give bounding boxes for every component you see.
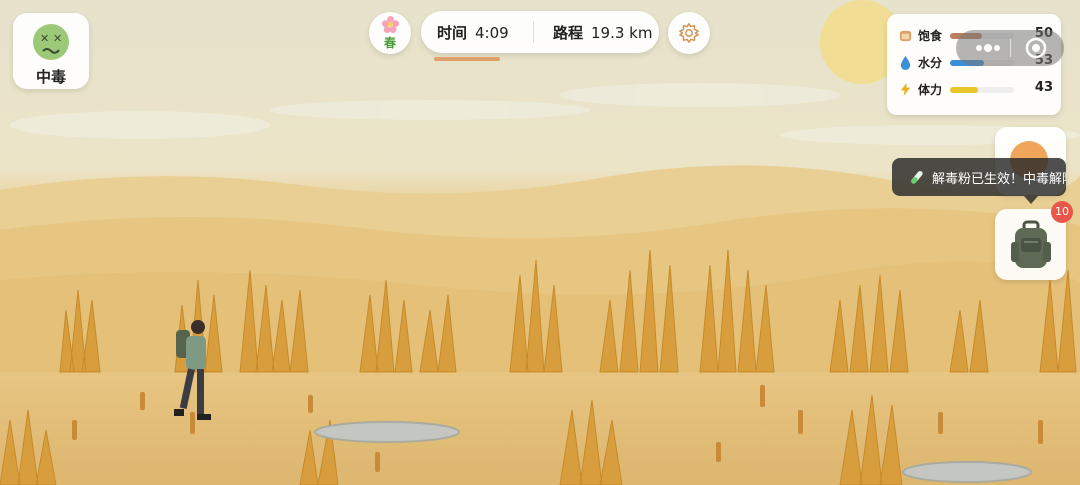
poisoned-face-icon: ✕ ✕	[33, 24, 69, 60]
status-label: 中毒	[35, 68, 66, 86]
distance-value: 19.3 km	[591, 24, 653, 42]
toast-pointer	[1024, 196, 1038, 204]
lightning-icon	[900, 82, 911, 97]
travel-info-panel: 时间 4:09 路程 19.3 km	[421, 11, 659, 53]
season-button[interactable]: 春	[369, 12, 411, 54]
time-display: 时间 4:09	[437, 22, 509, 43]
effect-toast: 解毒粉已生效！中毒解除	[892, 158, 1066, 196]
water-drop-icon	[900, 55, 911, 70]
cherry-blossom-icon	[382, 16, 399, 33]
stamina-bar	[950, 87, 1014, 93]
settings-button[interactable]	[668, 12, 710, 54]
status-button[interactable]: ✕ ✕ 中毒	[13, 13, 89, 89]
stat-name: 水分	[918, 56, 943, 70]
distance-display: 路程 19.3 km	[553, 22, 652, 43]
bread-icon	[899, 30, 912, 42]
backpack-icon	[1011, 220, 1051, 268]
stat-name: 体力	[918, 83, 943, 97]
backpack-count-badge: 10	[1051, 201, 1073, 223]
distance-label: 路程	[553, 24, 584, 42]
more-icon[interactable]	[974, 41, 1002, 55]
capsule-divider	[1010, 39, 1011, 57]
time-progress-bar	[434, 57, 500, 61]
stat-value: 43	[1034, 80, 1053, 95]
time-label: 时间	[437, 24, 468, 42]
mini-program-capsule	[956, 30, 1064, 66]
stat-stamina: 体力 43	[898, 80, 1053, 99]
test-tube-icon	[911, 170, 923, 184]
divider	[533, 21, 534, 43]
stat-name: 饱食	[918, 29, 943, 43]
close-target-icon[interactable]	[1024, 36, 1048, 60]
stamina-bar-fill	[950, 87, 978, 93]
toast-message: 解毒粉已生效！中毒解除	[932, 172, 1066, 187]
season-label: 春	[383, 36, 396, 50]
gear-icon	[679, 23, 699, 43]
time-value: 4:09	[475, 24, 509, 42]
